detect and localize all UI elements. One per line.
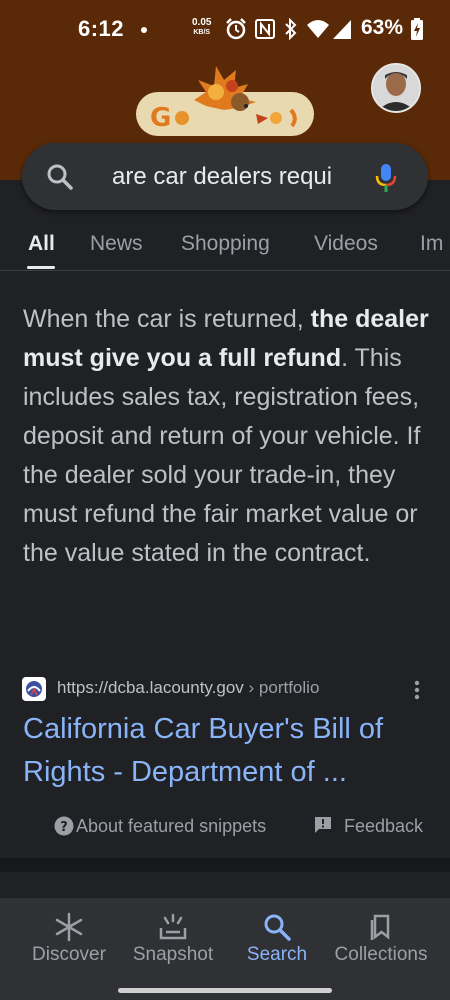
about-featured-snippets-link[interactable]: About featured snippets <box>76 816 266 837</box>
nav-snapshot-label: Snapshot <box>132 944 214 965</box>
search-tabs: All News Shopping Videos Im <box>0 226 450 270</box>
more-vert-icon[interactable] <box>414 680 420 700</box>
snippet-part-1: When the car is returned, <box>23 305 311 333</box>
user-avatar-icon <box>373 65 419 111</box>
net-speed: 0.05 KB/S <box>192 18 211 38</box>
battery-charging-icon <box>411 18 423 40</box>
nav-snapshot[interactable]: Snapshot <box>118 898 228 978</box>
result-domain: https://dcba.lacounty.gov <box>57 678 244 697</box>
result-title-link[interactable]: California Car Buyer's Bill of Rights - … <box>23 708 428 794</box>
nav-discover-label: Discover <box>32 944 106 965</box>
status-time: 6:12 <box>78 16 125 41</box>
bottom-navigation: Discover Snapshot Search Collections <box>0 898 450 1000</box>
tab-videos[interactable]: Videos <box>314 232 378 256</box>
snippet-part-2: . This includes sales tax, registration … <box>23 344 421 567</box>
tab-all[interactable]: All <box>28 232 55 256</box>
result-breadcrumb: › portfolio <box>243 678 320 697</box>
mic-icon[interactable] <box>374 163 398 193</box>
search-icon <box>264 914 291 941</box>
card-separator <box>0 858 450 872</box>
notification-dot <box>141 27 147 33</box>
feedback-icon[interactable] <box>314 816 332 834</box>
google-doodle-icon[interactable]: G <box>136 62 314 137</box>
net-speed-unit: KB/S <box>193 29 211 36</box>
active-tab-indicator <box>27 266 55 269</box>
battery-percent: 63% <box>361 16 404 39</box>
asterisk-icon <box>55 912 83 942</box>
avatar[interactable] <box>371 63 421 113</box>
nfc-icon <box>255 19 275 39</box>
site-favicon-icon <box>22 677 46 701</box>
home-indicator[interactable] <box>118 988 332 993</box>
feedback-link[interactable]: Feedback <box>344 816 423 837</box>
cell-signal-icon <box>333 20 351 39</box>
search-icon[interactable] <box>46 163 74 191</box>
nav-search[interactable]: Search <box>222 898 332 978</box>
search-bar[interactable]: are car dealers requi <box>22 143 428 210</box>
svg-text:G: G <box>150 103 171 133</box>
nav-discover[interactable]: Discover <box>14 898 124 978</box>
svg-text:?: ? <box>60 820 68 835</box>
net-speed-value: 0.05 <box>192 17 212 28</box>
nav-search-label: Search <box>246 944 308 965</box>
status-bar: 6:12 0.05 KB/S 63% <box>0 0 450 60</box>
tab-news[interactable]: News <box>90 232 143 256</box>
bluetooth-icon <box>285 18 297 40</box>
result-source[interactable]: https://dcba.lacounty.gov › portfolio <box>22 676 432 702</box>
nav-collections[interactable]: Collections <box>326 898 436 978</box>
tab-images[interactable]: Im <box>420 232 443 256</box>
tab-shopping[interactable]: Shopping <box>181 232 270 256</box>
featured-snippet-text: When the car is returned, the dealer mus… <box>23 300 433 573</box>
snippet-footer: ? About featured snippets Feedback <box>0 812 450 842</box>
result-url[interactable]: https://dcba.lacounty.gov › portfolio <box>57 678 319 698</box>
help-icon[interactable]: ? <box>54 816 74 836</box>
snapshot-icon <box>159 913 187 940</box>
nav-collections-label: Collections <box>334 944 428 965</box>
wifi-icon <box>307 20 329 38</box>
tabs-divider <box>0 270 450 271</box>
alarm-icon <box>226 18 246 40</box>
collections-icon <box>370 914 390 940</box>
search-input[interactable]: are car dealers requi <box>112 161 364 193</box>
